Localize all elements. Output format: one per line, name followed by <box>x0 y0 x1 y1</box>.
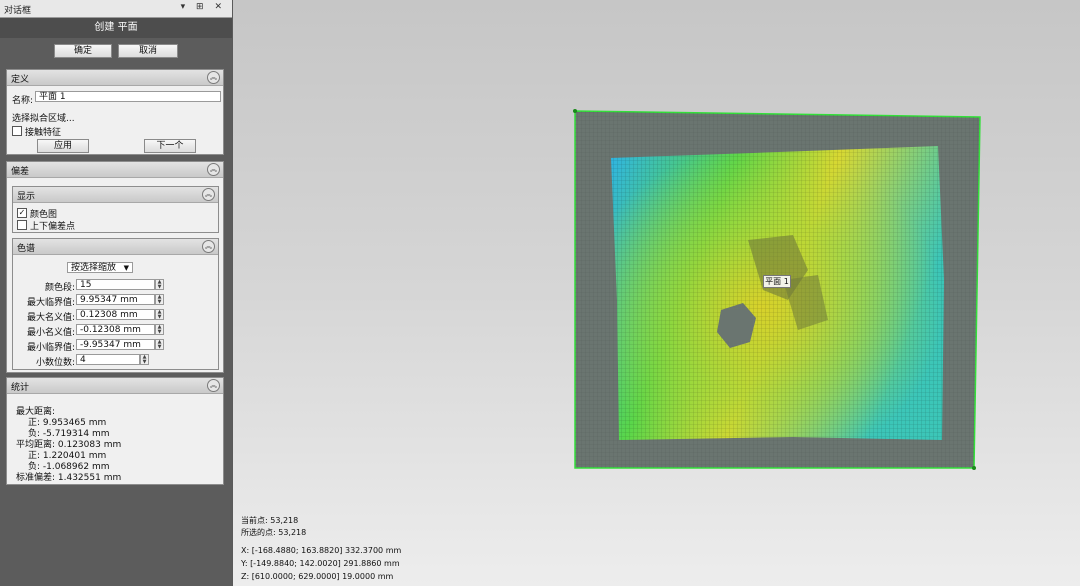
stepper-icon[interactable]: ▲ ▼ <box>155 309 164 320</box>
3d-viewport[interactable]: 平面 1 当前点: 53,218 所选的点: 53,218 X: [-168.4… <box>233 0 1080 586</box>
stepper-icon[interactable]: ▲ ▼ <box>155 279 164 290</box>
statistics-header-label: 统计 <box>11 383 30 393</box>
collapse-icon[interactable]: ︽ <box>202 188 215 201</box>
statistics-header[interactable]: 统计 ︽ <box>7 378 223 394</box>
statistics-group: 统计 ︽ 最大距离: 正: 9.953465 mm 负: -5.719314 m… <box>6 377 224 485</box>
dialog-titlebar: 对话框 ▾ ⊞ ✕ <box>0 0 232 18</box>
scale-mode-value: 按选择缩放 <box>71 263 117 273</box>
deviation-group: 偏差 ︽ 显示 ︽ ✓ 颜色图 上下偏差点 色谱 ︽ 按选择缩放 ▼ 颜色段: <box>6 161 224 373</box>
updown-points-checkbox[interactable] <box>17 220 27 230</box>
z-range-readout: Z: [610.0000; 629.0000] 19.0000 mm <box>241 572 394 581</box>
select-region-label[interactable]: 选择拟合区域... <box>12 111 75 124</box>
min-nominal-input[interactable]: -0.12308 mm <box>76 324 155 335</box>
plane-label-tag[interactable]: 平面 1 <box>763 275 791 288</box>
chevron-down-icon: ▼ <box>123 264 129 272</box>
dialog-panel: 对话框 ▾ ⊞ ✕ 创建 平面 确定 取消 定义 ︽ 名称: 平面 1 选择拟合… <box>0 0 232 586</box>
decimal-places-input[interactable]: 4 <box>76 354 140 365</box>
display-subgroup: 显示 ︽ ✓ 颜色图 上下偏差点 <box>12 186 219 233</box>
ok-button[interactable]: 确定 <box>54 44 112 58</box>
color-scale-header-label: 色谱 <box>17 244 36 254</box>
field-label: 最大名义值: <box>26 313 75 323</box>
dialog-title: 对话框 <box>4 6 32 16</box>
field-label: 最小临界值: <box>26 343 75 353</box>
collapse-icon[interactable]: ︽ <box>202 240 215 253</box>
display-header[interactable]: 显示 ︽ <box>13 187 218 203</box>
deviation-header-label: 偏差 <box>11 167 30 177</box>
collapse-icon[interactable]: ︽ <box>207 163 220 176</box>
collapse-icon[interactable]: ︽ <box>207 71 220 84</box>
contact-feature-label: 接触特征 <box>25 128 62 138</box>
color-map-checkbox[interactable]: ✓ <box>17 208 27 218</box>
cancel-button[interactable]: 取消 <box>118 44 178 58</box>
min-critical-input[interactable]: -9.95347 mm <box>76 339 155 350</box>
color-segments-input[interactable]: 15 <box>76 279 155 290</box>
selected-points-readout: 所选的点: 53,218 <box>241 528 307 537</box>
max-critical-input[interactable]: 9.95347 mm <box>76 294 155 305</box>
x-range-readout: X: [-168.4880; 163.8820] 332.3700 mm <box>241 546 402 555</box>
max-nominal-input[interactable]: 0.12308 mm <box>76 309 155 320</box>
definition-group: 定义 ︽ 名称: 平面 1 选择拟合区域... 接触特征 应用 下一个 <box>6 69 224 155</box>
stepper-icon[interactable]: ▲ ▼ <box>155 294 164 305</box>
field-label: 最大临界值: <box>26 298 75 308</box>
name-label: 名称: <box>12 96 34 106</box>
updown-points-label: 上下偏差点 <box>30 222 76 232</box>
stepper-icon[interactable]: ▲ ▼ <box>155 339 164 350</box>
definition-header-label: 定义 <box>11 75 30 85</box>
operation-title: 创建 平面 <box>0 18 232 38</box>
collapse-icon[interactable]: ︽ <box>207 379 220 392</box>
point-cloud-scene <box>573 109 981 470</box>
next-button[interactable]: 下一个 <box>144 139 196 153</box>
field-label: 颜色段: <box>44 283 75 293</box>
field-label: 最小名义值: <box>26 328 75 338</box>
field-label: 小数位数: <box>35 358 75 368</box>
y-range-readout: Y: [-149.8840; 142.0020] 291.8860 mm <box>241 559 400 568</box>
stepper-icon[interactable]: ▲ ▼ <box>155 324 164 335</box>
name-input[interactable]: 平面 1 <box>35 91 221 102</box>
contact-feature-checkbox[interactable] <box>12 126 22 136</box>
color-scale-subgroup: 色谱 ︽ 按选择缩放 ▼ 颜色段: 15 ▲ ▼ 最大临界值: 9.95347 m… <box>12 238 219 370</box>
apply-button[interactable]: 应用 <box>37 139 89 153</box>
scale-mode-select[interactable]: 按选择缩放 ▼ <box>67 262 133 273</box>
stat-line: 标准偏差: 1.432551 mm <box>16 473 122 483</box>
stepper-icon[interactable]: ▲ ▼ <box>140 354 149 365</box>
titlebar-controls-icon[interactable]: ▾ ⊞ ✕ <box>181 2 226 12</box>
deviation-header[interactable]: 偏差 ︽ <box>7 162 223 178</box>
color-scale-header[interactable]: 色谱 ︽ <box>13 239 218 255</box>
current-points-readout: 当前点: 53,218 <box>241 516 299 525</box>
definition-header[interactable]: 定义 ︽ <box>7 70 223 86</box>
display-header-label: 显示 <box>17 192 36 202</box>
